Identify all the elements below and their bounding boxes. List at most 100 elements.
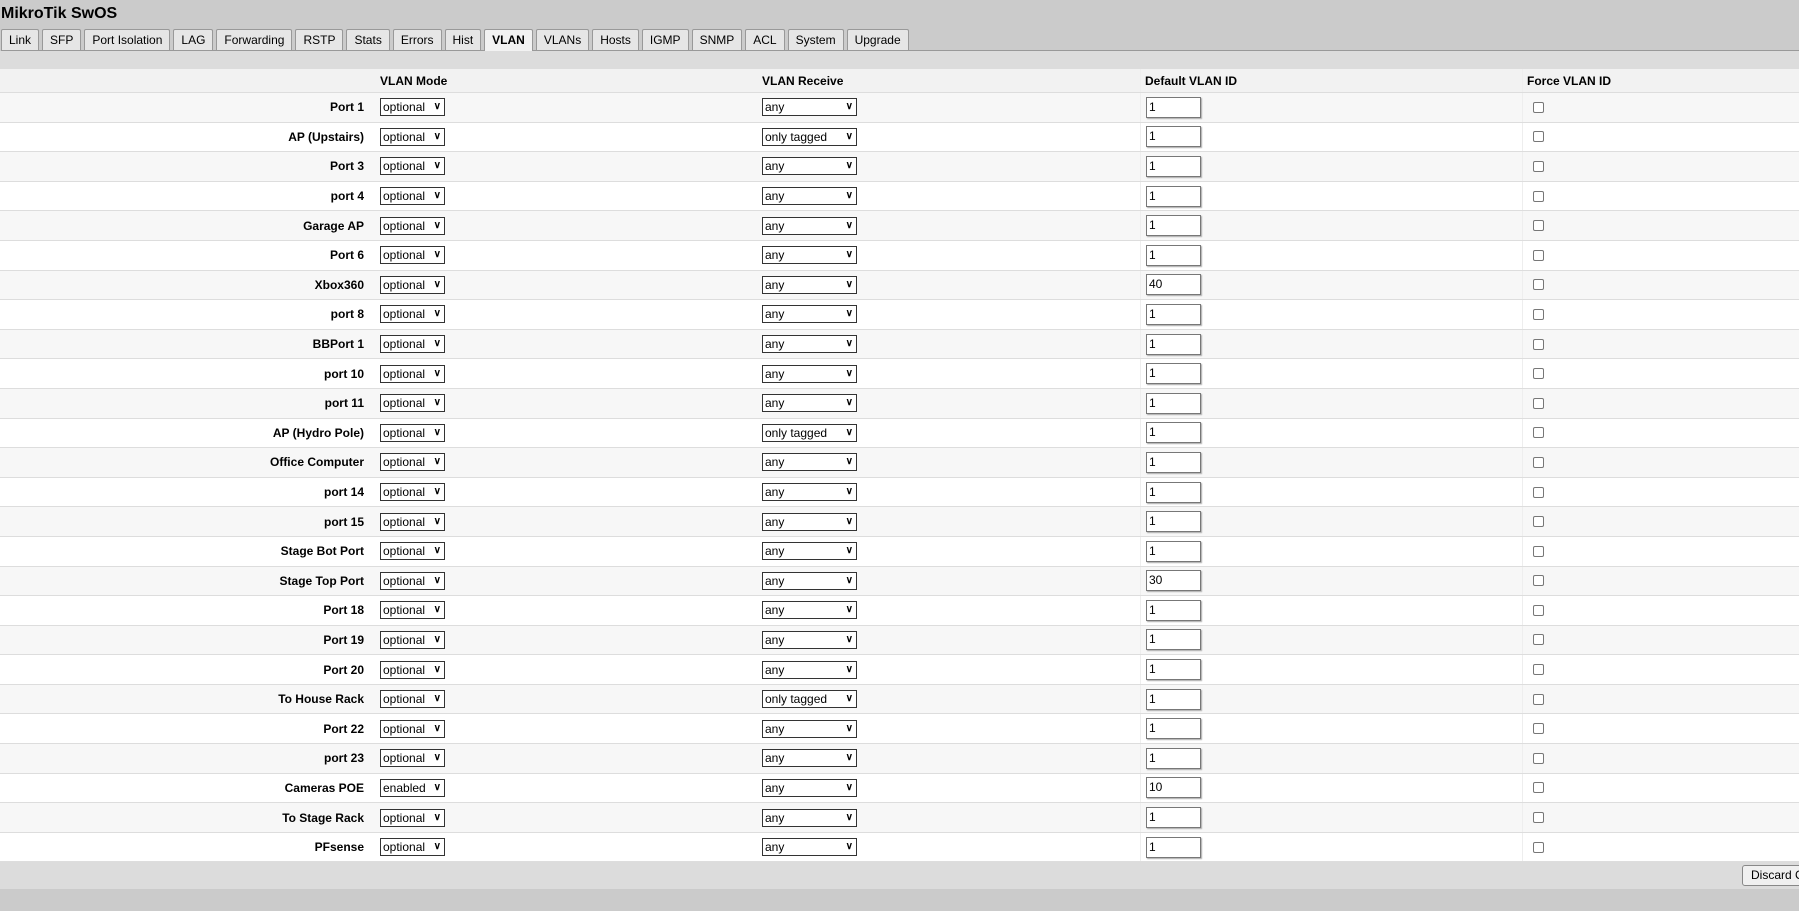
force-vlan-id-checkbox[interactable] xyxy=(1533,723,1544,735)
vlan-receive-select[interactable]: only tagged ∨ xyxy=(762,423,857,442)
force-vlan-id-checkbox[interactable] xyxy=(1533,545,1544,557)
vlan-receive-select[interactable]: any ∨ xyxy=(762,246,857,265)
tab-system[interactable]: System xyxy=(787,29,844,50)
tab-upgrade[interactable]: Upgrade xyxy=(846,29,909,50)
vlan-mode-select[interactable]: optional ∨ xyxy=(380,335,445,354)
force-vlan-id-checkbox[interactable] xyxy=(1533,516,1544,528)
vlan-receive-select[interactable]: any ∨ xyxy=(762,187,857,206)
tab-acl[interactable]: ACL xyxy=(745,29,785,50)
vlan-receive-select[interactable]: any ∨ xyxy=(762,660,857,679)
force-vlan-id-checkbox[interactable] xyxy=(1533,279,1544,291)
vlan-mode-select[interactable]: optional ∨ xyxy=(380,98,445,117)
force-vlan-id-checkbox[interactable] xyxy=(1533,397,1544,409)
vlan-mode-select[interactable]: optional ∨ xyxy=(380,453,445,472)
default-vlan-id-input[interactable]: 10 xyxy=(1146,777,1201,799)
vlan-receive-select[interactable]: any ∨ xyxy=(762,778,857,797)
default-vlan-id-input[interactable]: 1 xyxy=(1146,629,1201,651)
vlan-mode-select[interactable]: optional ∨ xyxy=(380,808,445,827)
vlan-mode-select[interactable]: optional ∨ xyxy=(380,690,445,709)
force-vlan-id-checkbox[interactable] xyxy=(1533,101,1544,113)
tab-lag[interactable]: LAG xyxy=(173,29,214,50)
default-vlan-id-input[interactable]: 1 xyxy=(1146,718,1201,740)
vlan-receive-select[interactable]: any ∨ xyxy=(762,838,857,857)
vlan-receive-select[interactable]: any ∨ xyxy=(762,542,857,561)
default-vlan-id-input[interactable]: 1 xyxy=(1146,96,1201,118)
force-vlan-id-checkbox[interactable] xyxy=(1533,368,1544,380)
vlan-receive-select[interactable]: any ∨ xyxy=(762,364,857,383)
vlan-receive-select[interactable]: any ∨ xyxy=(762,749,857,768)
vlan-mode-select[interactable]: optional ∨ xyxy=(380,660,445,679)
force-vlan-id-checkbox[interactable] xyxy=(1533,812,1544,824)
vlan-receive-select[interactable]: any ∨ xyxy=(762,157,857,176)
default-vlan-id-input[interactable]: 1 xyxy=(1146,333,1201,355)
tab-rstp[interactable]: RSTP xyxy=(295,29,344,50)
vlan-receive-select[interactable]: any ∨ xyxy=(762,335,857,354)
force-vlan-id-checkbox[interactable] xyxy=(1533,604,1544,616)
vlan-mode-select[interactable]: optional ∨ xyxy=(380,187,445,206)
vlan-mode-select[interactable]: optional ∨ xyxy=(380,483,445,502)
default-vlan-id-input[interactable]: 1 xyxy=(1146,422,1201,444)
default-vlan-id-input[interactable]: 1 xyxy=(1146,303,1201,325)
force-vlan-id-checkbox[interactable] xyxy=(1533,752,1544,764)
force-vlan-id-checkbox[interactable] xyxy=(1533,634,1544,646)
vlan-mode-select[interactable]: enabled ∨ xyxy=(380,778,445,797)
tab-forwarding[interactable]: Forwarding xyxy=(216,29,293,50)
force-vlan-id-checkbox[interactable] xyxy=(1533,841,1544,853)
vlan-receive-select[interactable]: any ∨ xyxy=(762,808,857,827)
vlan-receive-select[interactable]: any ∨ xyxy=(762,512,857,531)
vlan-mode-select[interactable]: optional ∨ xyxy=(380,305,445,324)
vlan-receive-select[interactable]: any ∨ xyxy=(762,98,857,117)
tab-vlans[interactable]: VLANs xyxy=(535,29,590,50)
vlan-receive-select[interactable]: any ∨ xyxy=(762,719,857,738)
vlan-receive-select[interactable]: any ∨ xyxy=(762,394,857,413)
vlan-receive-select[interactable]: any ∨ xyxy=(762,483,857,502)
tab-snmp[interactable]: SNMP xyxy=(691,29,743,50)
force-vlan-id-checkbox[interactable] xyxy=(1533,427,1544,439)
tab-port-isolation[interactable]: Port Isolation xyxy=(84,29,171,50)
force-vlan-id-checkbox[interactable] xyxy=(1533,782,1544,794)
vlan-receive-select[interactable]: any ∨ xyxy=(762,453,857,472)
vlan-mode-select[interactable]: optional ∨ xyxy=(380,571,445,590)
tab-vlan[interactable]: VLAN xyxy=(484,29,533,51)
vlan-mode-select[interactable]: optional ∨ xyxy=(380,749,445,768)
default-vlan-id-input[interactable]: 1 xyxy=(1146,659,1201,681)
default-vlan-id-input[interactable]: 1 xyxy=(1146,511,1201,533)
force-vlan-id-checkbox[interactable] xyxy=(1533,308,1544,320)
tab-igmp[interactable]: IGMP xyxy=(641,29,689,50)
vlan-mode-select[interactable]: optional ∨ xyxy=(380,394,445,413)
vlan-mode-select[interactable]: optional ∨ xyxy=(380,127,445,146)
force-vlan-id-checkbox[interactable] xyxy=(1533,220,1544,232)
tab-sfp[interactable]: SFP xyxy=(42,29,82,50)
default-vlan-id-input[interactable]: 1 xyxy=(1146,451,1201,473)
default-vlan-id-input[interactable]: 30 xyxy=(1146,570,1201,592)
tab-stats[interactable]: Stats xyxy=(346,29,390,50)
vlan-mode-select[interactable]: optional ∨ xyxy=(380,157,445,176)
vlan-receive-select[interactable]: any ∨ xyxy=(762,630,857,649)
force-vlan-id-checkbox[interactable] xyxy=(1533,456,1544,468)
default-vlan-id-input[interactable]: 1 xyxy=(1146,155,1201,177)
force-vlan-id-checkbox[interactable] xyxy=(1533,693,1544,705)
vlan-receive-select[interactable]: only tagged ∨ xyxy=(762,127,857,146)
vlan-mode-select[interactable]: optional ∨ xyxy=(380,423,445,442)
vlan-mode-select[interactable]: optional ∨ xyxy=(380,512,445,531)
vlan-mode-select[interactable]: optional ∨ xyxy=(380,838,445,857)
vlan-receive-select[interactable]: any ∨ xyxy=(762,305,857,324)
vlan-mode-select[interactable]: optional ∨ xyxy=(380,275,445,294)
force-vlan-id-checkbox[interactable] xyxy=(1533,160,1544,172)
default-vlan-id-input[interactable]: 1 xyxy=(1146,540,1201,562)
default-vlan-id-input[interactable]: 1 xyxy=(1146,807,1201,829)
vlan-receive-select[interactable]: any ∨ xyxy=(762,275,857,294)
force-vlan-id-checkbox[interactable] xyxy=(1533,575,1544,587)
default-vlan-id-input[interactable]: 1 xyxy=(1146,747,1201,769)
vlan-receive-select[interactable]: only tagged ∨ xyxy=(762,690,857,709)
force-vlan-id-checkbox[interactable] xyxy=(1533,486,1544,498)
default-vlan-id-input[interactable]: 1 xyxy=(1146,215,1201,237)
force-vlan-id-checkbox[interactable] xyxy=(1533,664,1544,676)
force-vlan-id-checkbox[interactable] xyxy=(1533,338,1544,350)
default-vlan-id-input[interactable]: 1 xyxy=(1146,244,1201,266)
default-vlan-id-input[interactable]: 40 xyxy=(1146,274,1201,296)
default-vlan-id-input[interactable]: 1 xyxy=(1146,363,1201,385)
vlan-receive-select[interactable]: any ∨ xyxy=(762,216,857,235)
vlan-receive-select[interactable]: any ∨ xyxy=(762,571,857,590)
force-vlan-id-checkbox[interactable] xyxy=(1533,190,1544,202)
